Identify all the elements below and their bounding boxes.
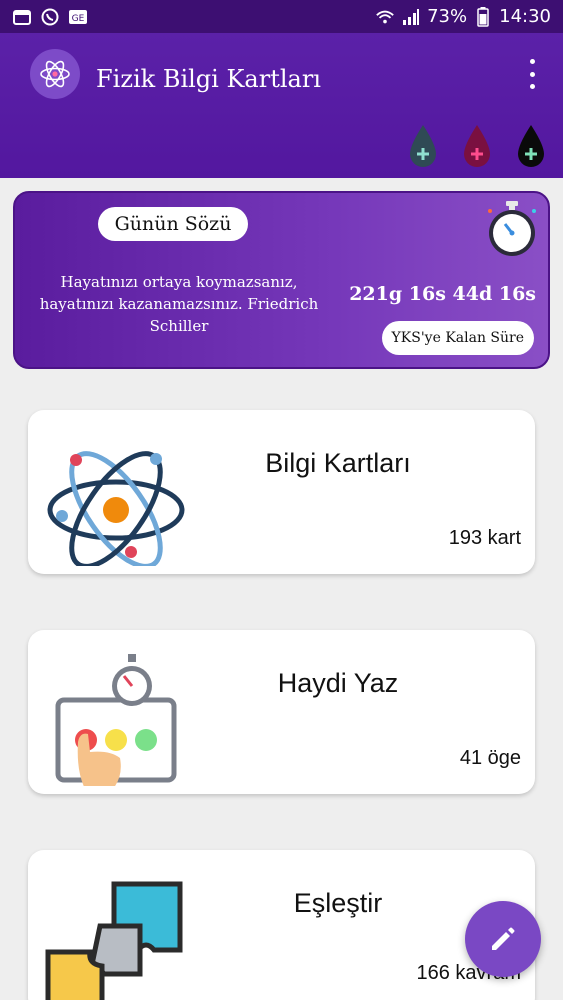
stopwatch-icon xyxy=(488,201,536,256)
signal-icon xyxy=(401,8,421,26)
card-bilgi-kartlari[interactable]: Bilgi Kartları 193 kart xyxy=(28,410,535,574)
app-title: Fizik Bilgi Kartları xyxy=(96,65,321,93)
crimson-drop-add-button[interactable] xyxy=(460,123,494,169)
svg-text:GE: GE xyxy=(72,14,85,24)
more-vert-icon[interactable] xyxy=(525,59,539,89)
puzzle-icon xyxy=(45,881,183,1000)
card-haydi-yaz[interactable]: Haydi Yaz 41 öge xyxy=(28,630,535,794)
card-count: 193 kart xyxy=(448,527,521,549)
edit-fab-button[interactable] xyxy=(465,901,541,977)
status-bar: GE 73% 14:30 xyxy=(0,0,563,33)
clock: 14:30 xyxy=(499,6,551,27)
card-title: Eşleştir xyxy=(293,888,383,918)
card-eslestir[interactable]: Eşleştir 166 kavram xyxy=(28,850,535,1000)
atom-icon xyxy=(40,60,70,88)
wifi-icon xyxy=(375,8,395,26)
stopwatch-board-icon xyxy=(55,654,177,786)
calendar-icon xyxy=(12,8,32,26)
battery-icon xyxy=(473,6,493,27)
dark-teal-drop-add-button[interactable] xyxy=(406,123,440,169)
app-bar: Fizik Bilgi Kartları xyxy=(0,33,563,178)
card-title: Haydi Yaz xyxy=(277,668,399,698)
app-logo xyxy=(30,49,80,99)
battery-percent: 73% xyxy=(427,6,468,27)
whatsapp-icon xyxy=(40,8,60,26)
card-count: 41 öge xyxy=(459,747,521,769)
quote-text: Hayatınızı ortaya koymazsanız, hayatınız… xyxy=(39,273,319,335)
black-drop-add-button[interactable] xyxy=(514,123,548,169)
quote-title-pill: Günün Sözü xyxy=(98,207,248,241)
countdown-value: 221g 16s 44d 16s xyxy=(349,283,536,305)
ge-icon: GE xyxy=(68,8,88,26)
card-title: Bilgi Kartları xyxy=(265,448,411,478)
edit-pencil-icon xyxy=(492,927,515,950)
countdown-label-pill: YKS'ye Kalan Süre xyxy=(381,321,534,355)
quote-card: Günün Sözü Hayatınızı ortaya koymazsanız… xyxy=(13,191,550,369)
atom-icon xyxy=(47,451,185,566)
